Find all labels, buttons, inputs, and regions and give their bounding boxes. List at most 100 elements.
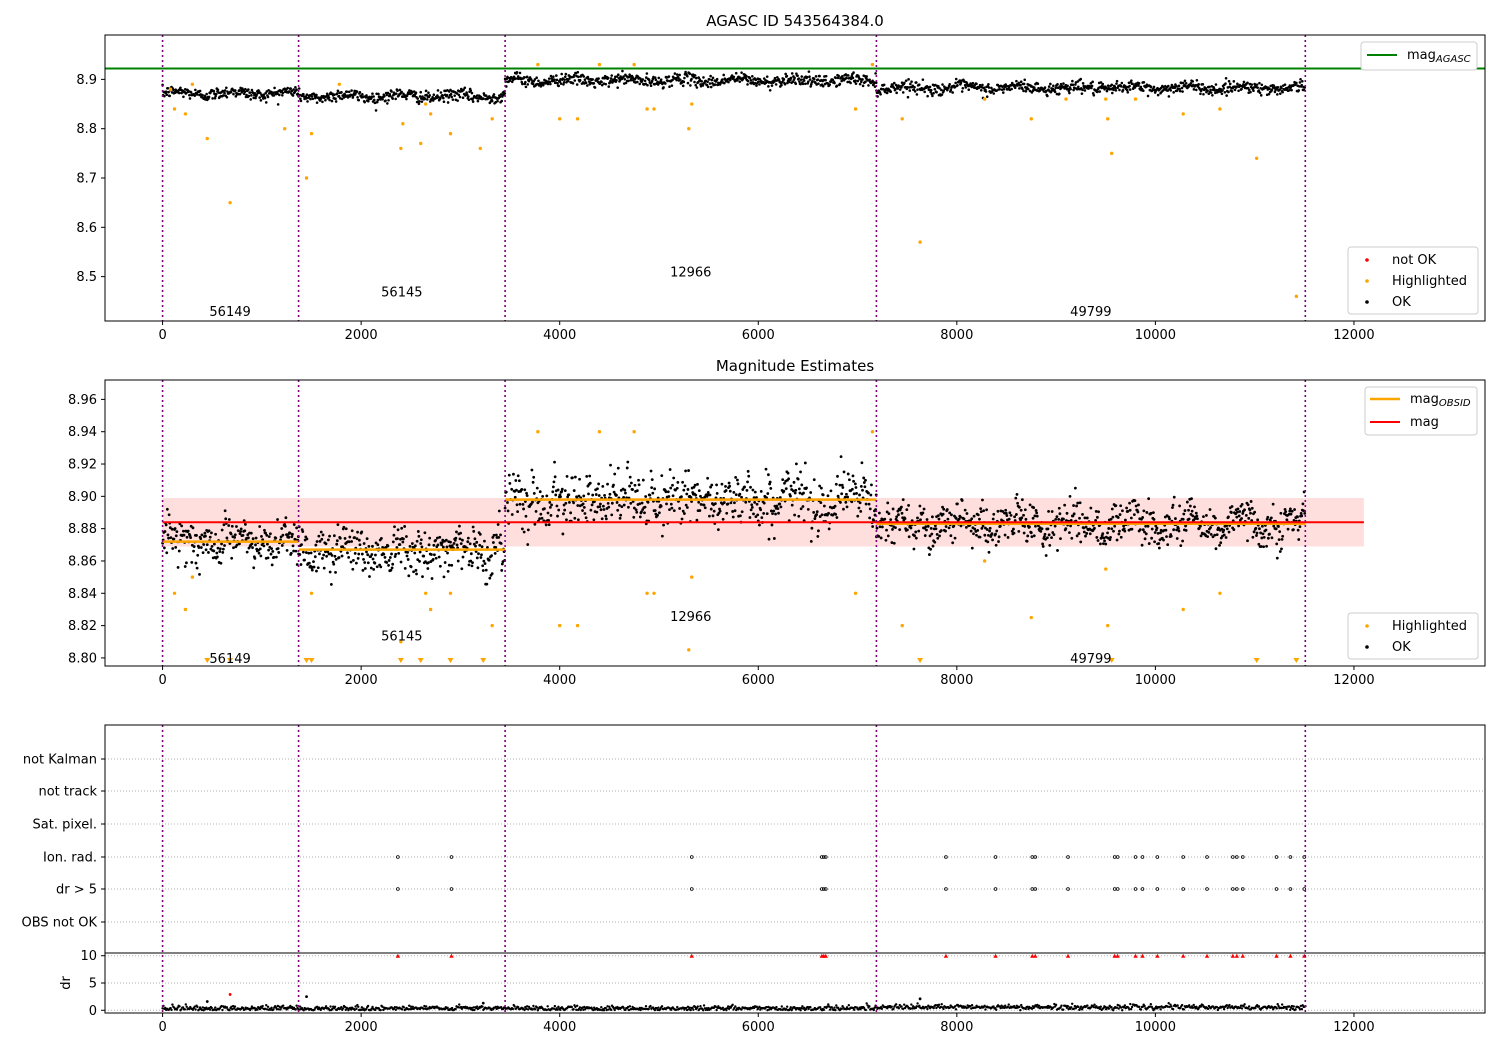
ok-point	[1249, 500, 1253, 503]
ok-point	[796, 74, 799, 78]
ok-point	[670, 506, 674, 510]
ok-point	[382, 552, 386, 556]
ok-point	[1023, 508, 1027, 512]
ok-point	[646, 83, 649, 87]
ok-point	[1020, 516, 1024, 520]
ok-point	[347, 540, 351, 544]
ok-point	[901, 91, 905, 94]
ok-point	[273, 86, 276, 90]
ok-point	[549, 514, 553, 517]
ok-point	[163, 530, 167, 533]
ok-point	[858, 501, 862, 505]
ok-point	[373, 561, 377, 565]
ok-point	[1121, 88, 1125, 92]
ok-point	[941, 512, 945, 516]
ok-point	[1171, 503, 1175, 507]
ok-point	[649, 84, 653, 88]
ok-point	[449, 540, 452, 544]
ok-point	[453, 94, 456, 97]
ok-point	[280, 544, 284, 547]
highlighted-point	[490, 117, 494, 121]
ok-point	[936, 536, 940, 540]
ok-point	[587, 492, 590, 496]
ok-point	[1050, 536, 1053, 540]
ok-point	[309, 551, 313, 555]
ok-point	[353, 552, 357, 555]
ok-point	[1015, 79, 1018, 83]
ok-point	[1178, 504, 1182, 508]
ok-point	[721, 78, 724, 81]
ok-point	[815, 513, 819, 516]
ok-point	[1235, 510, 1239, 514]
ok-point	[1258, 527, 1261, 531]
ok-point	[1174, 517, 1177, 520]
ok-point	[496, 523, 500, 526]
ok-point	[708, 82, 712, 85]
ok-point	[290, 535, 294, 539]
ok-point	[229, 90, 233, 94]
panel2-plot-area: 56149561451296649799	[161, 380, 1364, 667]
highlighted-point	[645, 107, 649, 111]
ok-point	[1260, 536, 1264, 540]
ok-point	[928, 85, 932, 89]
ok-point	[1298, 81, 1302, 84]
ok-point	[340, 91, 343, 94]
ok-point	[223, 544, 226, 547]
ok-point	[868, 516, 872, 520]
ok-point	[478, 543, 482, 547]
ok-point	[985, 508, 989, 512]
ok-point	[1270, 536, 1274, 540]
ok-point	[1083, 89, 1087, 92]
ok-point	[434, 538, 438, 542]
ok-point	[1297, 538, 1301, 541]
ok-point	[386, 102, 389, 105]
ok-point	[216, 88, 220, 92]
ok-point	[408, 544, 412, 548]
ok-point	[807, 80, 810, 83]
ok-point	[420, 100, 424, 103]
ok-point	[427, 561, 430, 565]
ok-point	[776, 507, 780, 511]
ok-point	[1164, 528, 1168, 532]
ok-point	[269, 552, 273, 556]
ok-point	[358, 90, 362, 94]
dr-point	[366, 1004, 370, 1008]
ok-point	[1049, 82, 1052, 86]
ok-point	[633, 483, 637, 487]
ok-point	[291, 544, 295, 548]
ok-point	[1015, 492, 1019, 496]
ok-point	[576, 518, 580, 522]
ok-point	[564, 72, 568, 76]
ok-point	[731, 510, 735, 513]
ok-point	[910, 80, 913, 83]
ok-point	[744, 500, 748, 504]
ok-point	[855, 492, 858, 495]
ok-point	[871, 525, 875, 528]
ok-point	[514, 479, 518, 482]
ok-point	[666, 490, 670, 494]
ok-point	[539, 512, 543, 516]
ok-point	[1159, 531, 1162, 535]
ok-point	[628, 484, 631, 488]
ok-point	[337, 556, 341, 559]
ok-point	[925, 518, 929, 521]
y-tick-label: 8.90	[68, 490, 97, 505]
ok-point	[556, 81, 559, 85]
legend-swatch-not-ok	[1365, 258, 1369, 262]
highlighted-point	[423, 591, 428, 595]
ok-point	[169, 536, 173, 540]
ok-point	[180, 91, 183, 95]
ok-point	[473, 537, 477, 541]
highlighted-point	[870, 62, 875, 67]
ok-point	[886, 501, 890, 505]
ok-point	[412, 570, 415, 574]
ok-point	[1238, 510, 1242, 513]
ok-point	[469, 552, 473, 556]
dr-point	[185, 1005, 188, 1008]
ok-point	[1242, 80, 1246, 84]
ok-point	[789, 484, 793, 488]
ok-point	[992, 512, 996, 516]
ok-point	[959, 515, 962, 519]
dr-point	[864, 1008, 867, 1012]
ok-point	[194, 561, 198, 565]
